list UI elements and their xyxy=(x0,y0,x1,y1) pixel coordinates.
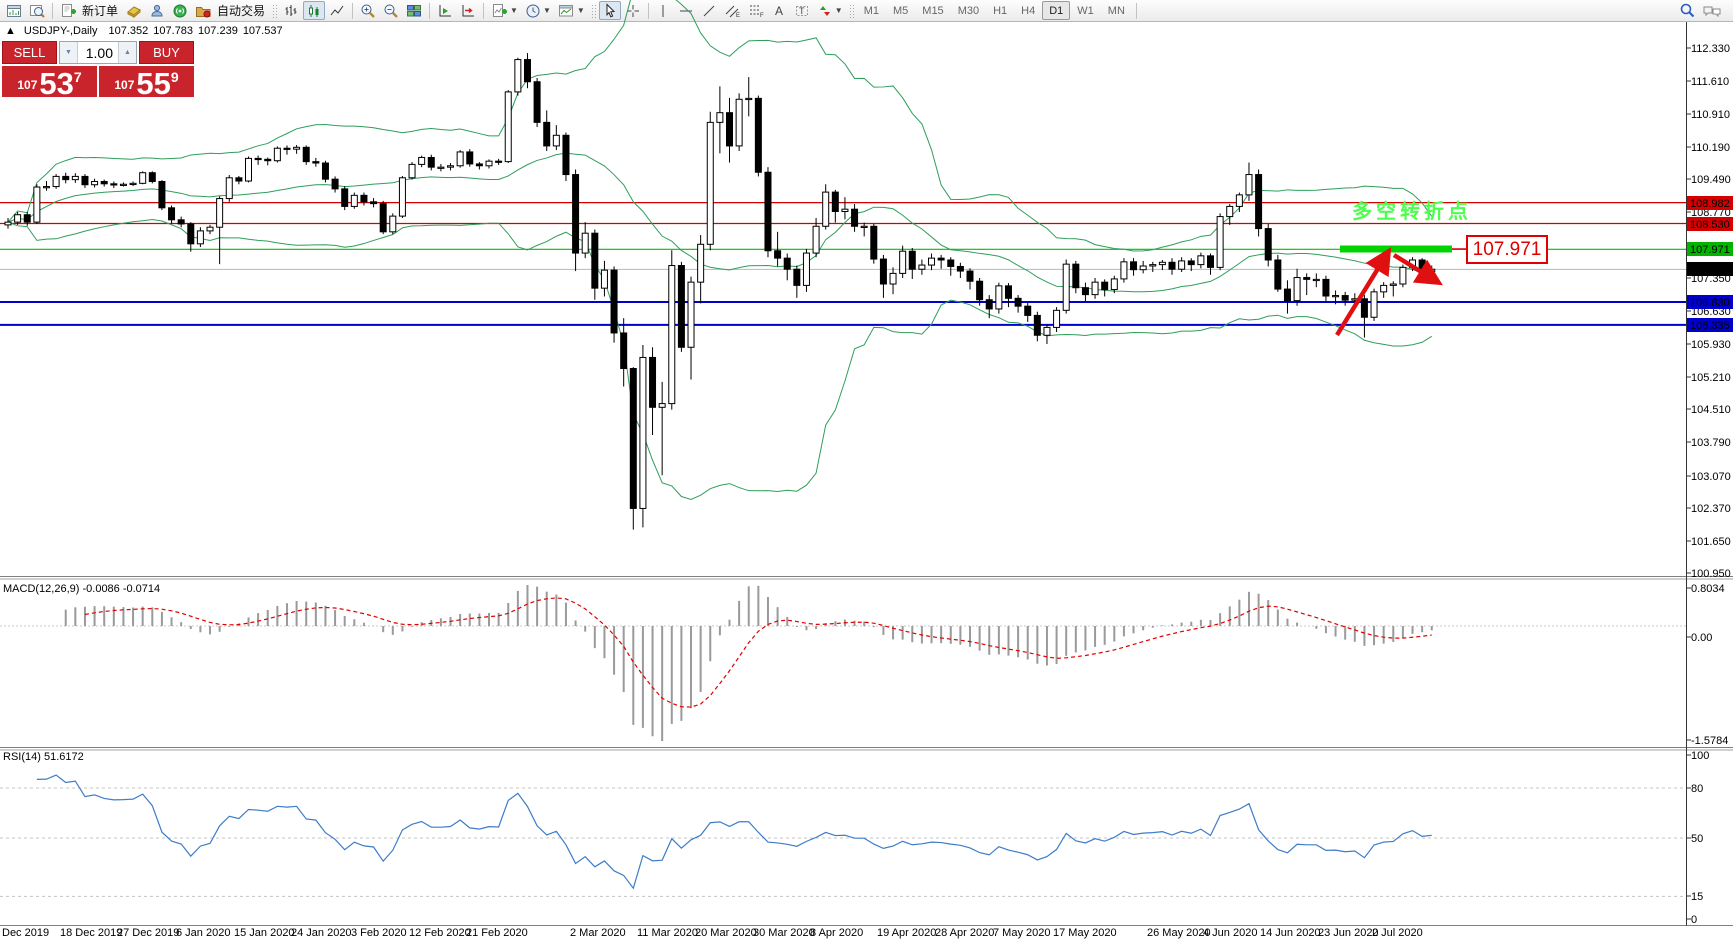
ohlc-high: 107.783 xyxy=(153,25,193,37)
svg-text:106.335: 106.335 xyxy=(1690,320,1730,332)
svg-text:8 Apr 2020: 8 Apr 2020 xyxy=(810,927,863,939)
price-axis: 112.330111.610110.910110.190109.490108.7… xyxy=(1686,43,1733,926)
rsi-label: RSI(14) 51.6172 xyxy=(3,751,84,763)
svg-text:103.790: 103.790 xyxy=(1691,437,1731,449)
svg-text:17 May 2020: 17 May 2020 xyxy=(1053,927,1117,939)
svg-text:107.971: 107.971 xyxy=(1690,244,1730,256)
svg-text:101.650: 101.650 xyxy=(1691,536,1731,548)
svg-text:11 Mar 2020: 11 Mar 2020 xyxy=(637,927,698,939)
svg-text:0: 0 xyxy=(1691,914,1697,926)
svg-text:105.210: 105.210 xyxy=(1691,372,1731,384)
svg-text:102.370: 102.370 xyxy=(1691,503,1731,515)
sell-price[interactable]: 107 53 7 xyxy=(2,66,97,97)
svg-text:4 Jun 2020: 4 Jun 2020 xyxy=(1203,927,1257,939)
svg-text:21 Feb 2020: 21 Feb 2020 xyxy=(466,927,528,939)
svg-text:103.070: 103.070 xyxy=(1691,471,1731,483)
ohlc-open: 107.352 xyxy=(109,25,149,37)
lot-size-control: ▼ 1.00 ▲ xyxy=(59,41,137,64)
svg-text:2 Jul 2020: 2 Jul 2020 xyxy=(1372,927,1423,939)
svg-text:15 Jan 2020: 15 Jan 2020 xyxy=(234,927,295,939)
one-click-trading-panel: SELL ▼ 1.00 ▲ BUY 107 53 7 107 55 9 xyxy=(2,41,194,97)
svg-text:0.8034: 0.8034 xyxy=(1691,583,1725,595)
svg-text:12 Feb 2020: 12 Feb 2020 xyxy=(409,927,471,939)
svg-text:23 Jun 2020: 23 Jun 2020 xyxy=(1318,927,1379,939)
svg-text:20 Mar 2020: 20 Mar 2020 xyxy=(695,927,757,939)
chart-canvas[interactable]: 112.330111.610110.910110.190109.490108.7… xyxy=(0,0,1733,941)
svg-text:2 Mar 2020: 2 Mar 2020 xyxy=(570,927,626,939)
annotation-text: 多空转折点 xyxy=(1352,195,1472,224)
lot-size-value[interactable]: 1.00 xyxy=(78,42,118,63)
macd-panel xyxy=(0,585,1686,741)
svg-text:0.00: 0.00 xyxy=(1691,632,1712,644)
svg-text:110.910: 110.910 xyxy=(1691,109,1730,121)
candles xyxy=(5,53,1435,530)
svg-text:108.530: 108.530 xyxy=(1690,219,1730,231)
svg-text:100.950: 100.950 xyxy=(1691,568,1731,580)
panel-separators xyxy=(0,22,1733,926)
svg-text:24 Jan 2020: 24 Jan 2020 xyxy=(291,927,352,939)
chart-title: ▲ USDJPY-,Daily 107.352 107.783 107.239 107.… xyxy=(5,25,288,37)
svg-text:-1.5784: -1.5784 xyxy=(1691,735,1728,747)
date-axis: Dec 2019 18 Dec 201927 Dec 20196 Jan 2020… xyxy=(2,927,1423,939)
svg-text:3 Feb 2020: 3 Feb 2020 xyxy=(351,927,407,939)
ohlc-low: 107.239 xyxy=(198,25,238,37)
buy-button[interactable]: BUY xyxy=(139,41,194,64)
svg-text:19 Apr 2020: 19 Apr 2020 xyxy=(877,927,936,939)
svg-text:112.330: 112.330 xyxy=(1691,43,1730,55)
sell-button[interactable]: SELL xyxy=(2,41,57,64)
svg-text:107.537: 107.537 xyxy=(1690,264,1730,276)
price-tag-label: 107.971 xyxy=(1466,235,1548,264)
lot-decrease-button[interactable]: ▼ xyxy=(60,42,78,63)
svg-text:100: 100 xyxy=(1691,750,1709,762)
svg-text:14 Jun 2020: 14 Jun 2020 xyxy=(1260,927,1321,939)
buy-price[interactable]: 107 55 9 xyxy=(99,66,194,97)
svg-text:111.610: 111.610 xyxy=(1691,76,1729,88)
collapse-arrow-icon[interactable]: ▲ xyxy=(5,25,16,37)
rsi-panel xyxy=(0,775,1686,896)
svg-text:26 May 2020: 26 May 2020 xyxy=(1147,927,1211,939)
svg-text:6 Jan 2020: 6 Jan 2020 xyxy=(176,927,230,939)
svg-text:110.190: 110.190 xyxy=(1691,142,1730,154)
annotation-shapes xyxy=(1337,246,1468,336)
svg-text:18 Dec 2019: 18 Dec 2019 xyxy=(60,927,122,939)
svg-text:27 Dec 2019: 27 Dec 2019 xyxy=(117,927,179,939)
svg-text:50: 50 xyxy=(1691,833,1703,845)
svg-text:104.510: 104.510 xyxy=(1691,404,1731,416)
svg-text:15: 15 xyxy=(1691,891,1703,903)
svg-text:108.982: 108.982 xyxy=(1690,198,1730,210)
ohlc-close: 107.537 xyxy=(243,25,283,37)
lot-increase-button[interactable]: ▲ xyxy=(118,42,136,63)
symbol-period: USDJPY-,Daily xyxy=(24,25,98,37)
svg-text:Dec 2019: Dec 2019 xyxy=(2,927,49,939)
svg-text:105.930: 105.930 xyxy=(1691,339,1731,351)
svg-text:30 Mar 2020: 30 Mar 2020 xyxy=(753,927,815,939)
svg-text:109.490: 109.490 xyxy=(1691,174,1731,186)
macd-label: MACD(12,26,9) -0.0086 -0.0714 xyxy=(3,583,160,595)
svg-text:7 May 2020: 7 May 2020 xyxy=(993,927,1050,939)
svg-text:28 Apr 2020: 28 Apr 2020 xyxy=(935,927,994,939)
svg-text:106.830: 106.830 xyxy=(1690,297,1730,309)
svg-text:80: 80 xyxy=(1691,783,1703,795)
mt4-window: 新订单 自动交易 xyxy=(0,0,1733,941)
